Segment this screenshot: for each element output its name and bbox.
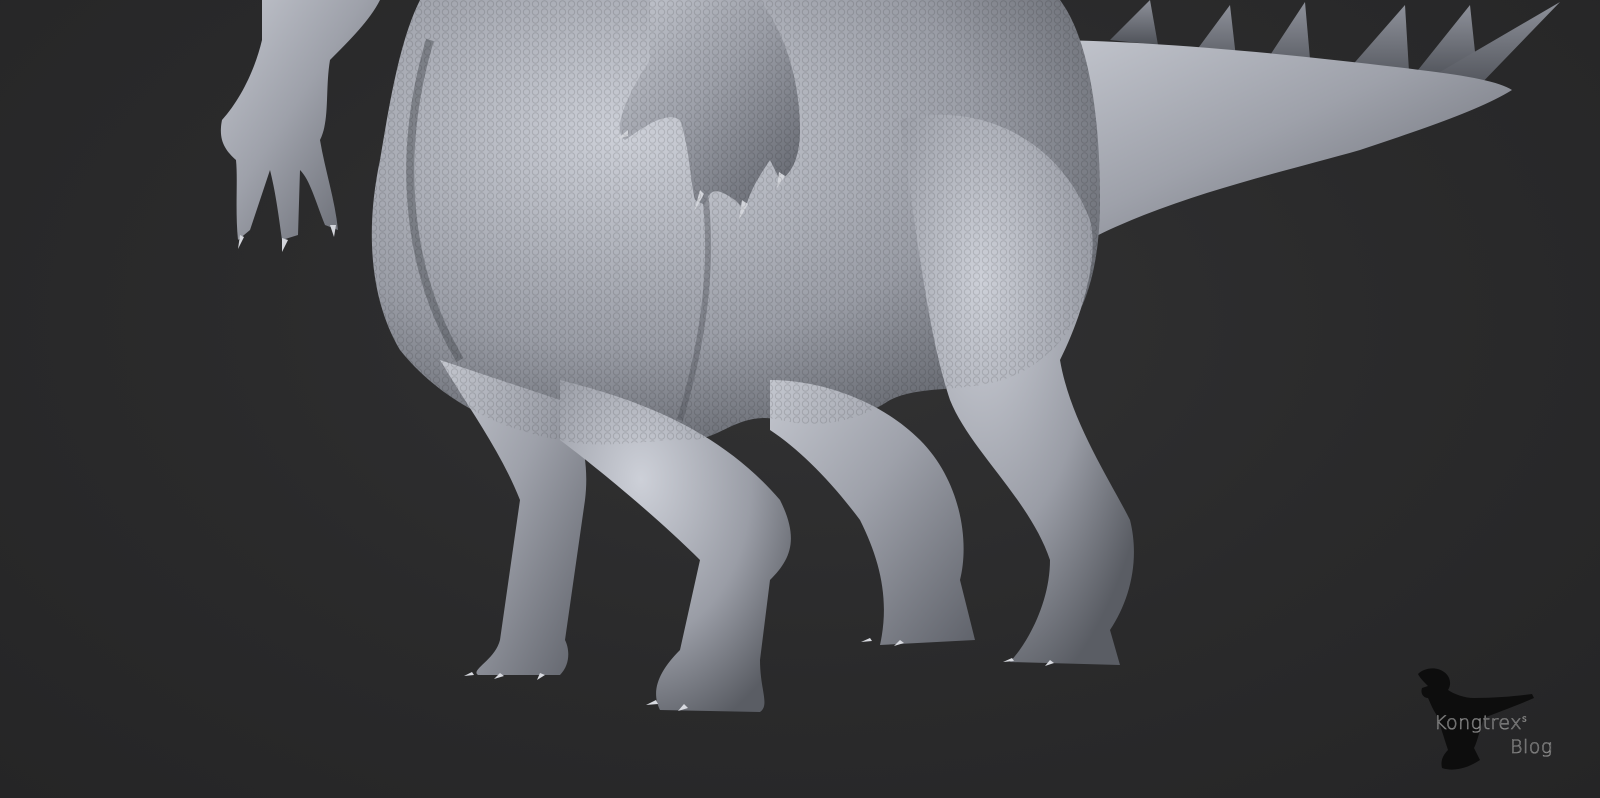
creature-sculpt-render bbox=[220, 0, 1560, 712]
scale-texture bbox=[371, 0, 1100, 445]
watermark-subtitle: Blog bbox=[1510, 736, 1553, 759]
watermark-brand: Kongtrexs bbox=[1434, 712, 1528, 735]
render-viewport: Kongtrexs Blog bbox=[0, 0, 1600, 798]
watermark: Kongtrexs Blog bbox=[1418, 668, 1568, 772]
left-arm bbox=[220, 0, 380, 240]
tail bbox=[1040, 40, 1512, 260]
